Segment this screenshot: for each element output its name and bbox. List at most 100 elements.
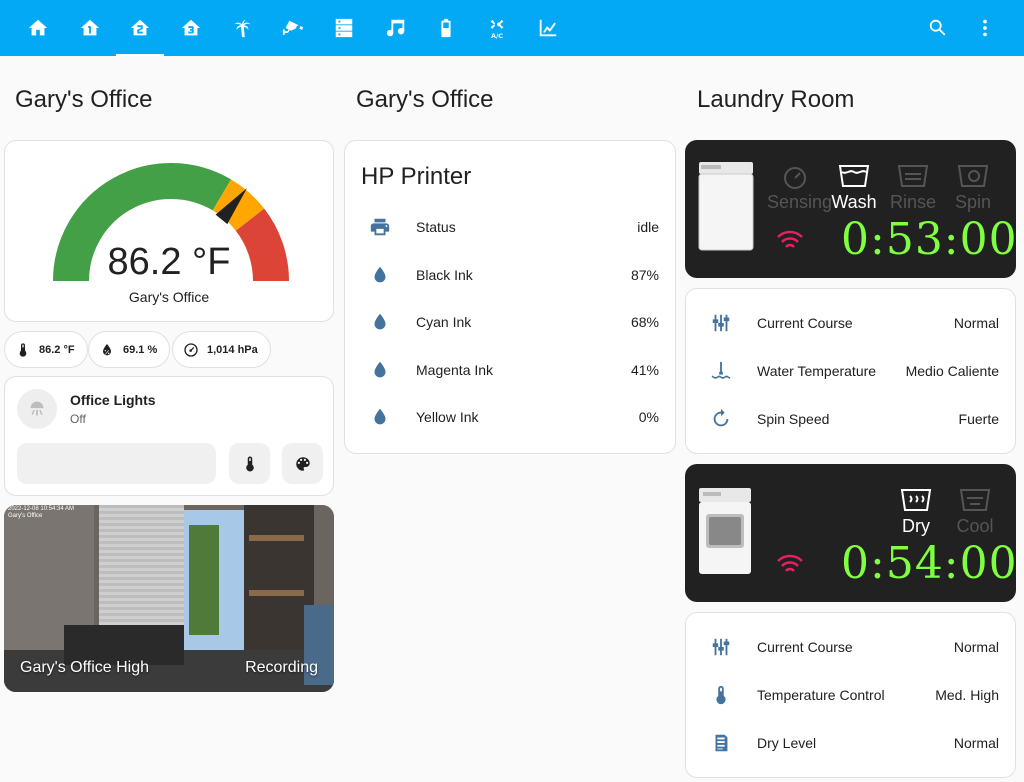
- camera-card[interactable]: 2022-12-08 10:54:34 AM Gary's Office Gar…: [4, 505, 334, 692]
- gauge-name: Gary's Office: [128, 289, 210, 305]
- wifi-icon: [777, 230, 803, 248]
- dryer-dry-level-row[interactable]: Dry Level Normal: [686, 723, 1015, 763]
- ceiling-light-icon: [30, 401, 44, 416]
- row-label: Black Ink: [416, 267, 473, 283]
- row-value: Normal: [953, 639, 999, 655]
- magnify-icon: [929, 19, 946, 36]
- tab-home[interactable]: [14, 0, 62, 56]
- row-label: Spin Speed: [757, 411, 830, 427]
- camera-name: Gary's Office High: [20, 659, 150, 676]
- dryer-temp-control-row[interactable]: Temperature Control Med. High: [686, 675, 1015, 715]
- camera-overlay-name: Gary's Office: [8, 513, 43, 519]
- washer-course-row[interactable]: Current Course Normal: [686, 303, 1015, 343]
- yellow-ink-row[interactable]: Yellow Ink 0%: [345, 397, 675, 437]
- gauge-value: 86.2 °F: [107, 241, 231, 283]
- row-value: Fuerte: [958, 411, 999, 427]
- stage-label: Dry: [902, 516, 930, 536]
- badge-pressure[interactable]: 1,014 hPa: [172, 331, 271, 368]
- cool-icon: [959, 489, 991, 511]
- stage-rinse: Rinse: [885, 162, 941, 213]
- badge-pressure-text: 1,014 hPa: [207, 343, 258, 356]
- tab-floor-2[interactable]: [116, 0, 164, 56]
- stage-label: Cool: [956, 516, 994, 536]
- washer-timer: 0:53:00: [841, 214, 1018, 265]
- home-floor-1-icon: [80, 19, 100, 36]
- home-floor-2-icon: [130, 19, 150, 36]
- camera-timestamp: 2022-12-08 10:54:34 AM: [8, 506, 75, 512]
- tune-vertical-icon: [712, 314, 730, 332]
- wifi-icon: [777, 554, 803, 572]
- washer-spin-speed-row[interactable]: Spin Speed Fuerte: [686, 399, 1015, 439]
- cyan-ink-row[interactable]: Cyan Ink 68%: [345, 302, 675, 342]
- row-label: Current Course: [757, 639, 853, 655]
- palm-tree-icon: [234, 19, 251, 38]
- washer-water-temp-row[interactable]: Water Temperature Medio Caliente: [686, 351, 1015, 391]
- water-thermometer-icon: [711, 361, 731, 379]
- color-button[interactable]: [282, 443, 323, 484]
- stage-spin: Spin: [945, 162, 1001, 213]
- water-icon: [374, 361, 386, 378]
- water-icon: [374, 266, 386, 283]
- gauge-card[interactable]: 86.2 °F Gary's Office: [4, 140, 334, 322]
- tune-vertical-icon: [712, 638, 730, 656]
- printer-card-title: HP Printer: [361, 163, 472, 190]
- search-button[interactable]: [916, 0, 960, 56]
- row-label: Cyan Ink: [416, 314, 472, 330]
- row-label: Magenta Ink: [416, 362, 494, 378]
- row-value: Normal: [953, 315, 999, 331]
- tab-music[interactable]: [372, 0, 420, 56]
- light-toggle[interactable]: [17, 389, 57, 429]
- row-label: Water Temperature: [757, 363, 877, 379]
- gauge-icon: [184, 342, 198, 357]
- column-title-garys-office-2: Gary's Office: [356, 86, 494, 113]
- home-floor-3-icon: [181, 19, 201, 36]
- stage-label: Rinse: [889, 192, 937, 212]
- row-value: 68%: [630, 314, 659, 330]
- sensing-icon: [784, 167, 806, 189]
- water-icon: [374, 313, 386, 330]
- row-label: Current Course: [757, 315, 853, 331]
- tab-ac[interactable]: A/C: [473, 0, 521, 56]
- row-label: Temperature Control: [757, 687, 885, 703]
- cctv-icon: [282, 20, 304, 35]
- badge-temperature-text: 86.2 °F: [39, 343, 75, 356]
- washer-status-card[interactable]: Sensing Wash Rinse Spin 0:53:00: [685, 140, 1018, 278]
- water-percent-icon: [103, 343, 111, 355]
- dryer-course-row[interactable]: Current Course Normal: [686, 627, 1015, 667]
- badge-temperature[interactable]: 86.2 °F: [4, 331, 88, 368]
- rotate-icon: [713, 408, 729, 427]
- tab-history[interactable]: [524, 0, 572, 56]
- tab-server[interactable]: [320, 0, 368, 56]
- svg-text:A/C: A/C: [491, 32, 503, 39]
- music-icon: [386, 19, 405, 37]
- brightness-slider[interactable]: [17, 443, 216, 484]
- black-ink-row[interactable]: Black Ink 87%: [345, 255, 675, 295]
- rinse-icon: [897, 165, 929, 187]
- stage-label: Sensing: [767, 192, 833, 212]
- tab-floor-1[interactable]: [66, 0, 114, 56]
- badge-humidity[interactable]: 69.1 %: [88, 331, 171, 368]
- row-value: 0%: [638, 409, 659, 425]
- row-value: Medio Caliente: [905, 363, 999, 379]
- tab-outdoor[interactable]: [218, 0, 266, 56]
- dryer-details-card: Current Course Normal Temperature Contro…: [685, 612, 1016, 778]
- menu-button[interactable]: [963, 0, 1007, 56]
- home-icon: [28, 19, 48, 36]
- dry-level-icon: [715, 734, 728, 752]
- row-label: Yellow Ink: [416, 409, 479, 425]
- stage-sensing: Sensing: [767, 162, 833, 213]
- tab-cameras[interactable]: [269, 0, 317, 56]
- color-temp-button[interactable]: [229, 443, 270, 484]
- printer-status-row[interactable]: Status idle: [345, 207, 675, 247]
- battery-icon: [441, 18, 451, 38]
- row-value: 41%: [630, 362, 659, 378]
- column-title-garys-office: Gary's Office: [15, 86, 153, 113]
- magenta-ink-row[interactable]: Magenta Ink 41%: [345, 350, 675, 390]
- badge-humidity-text: 69.1 %: [123, 343, 158, 356]
- tab-battery[interactable]: [422, 0, 470, 56]
- dots-vertical-icon: [983, 19, 987, 37]
- tab-floor-3[interactable]: [167, 0, 215, 56]
- thermometer-icon: [19, 342, 27, 357]
- wash-icon: [838, 165, 870, 187]
- dryer-status-card[interactable]: Dry Cool 0:54:00: [685, 464, 1017, 602]
